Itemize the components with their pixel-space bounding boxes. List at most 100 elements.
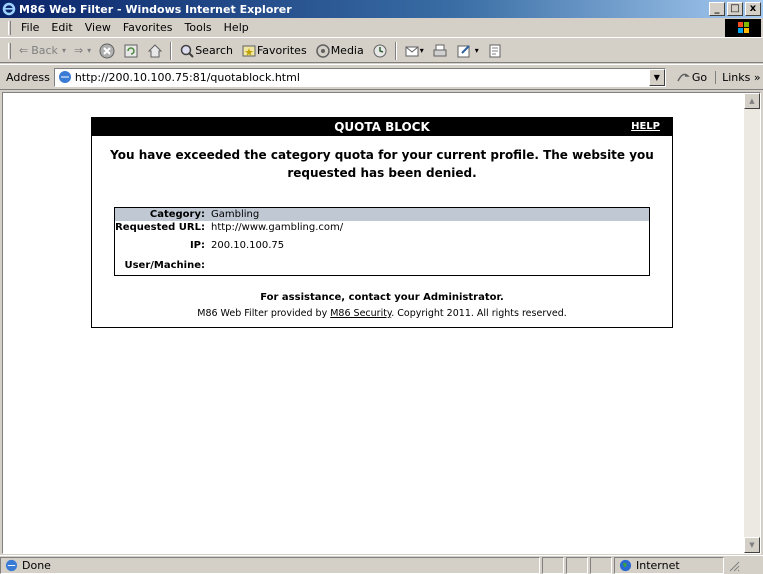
- details-label: Requested URL:: [115, 222, 205, 233]
- forward-dropdown-icon: ▾: [87, 46, 92, 55]
- address-field[interactable]: ▼: [53, 67, 666, 87]
- status-bar: Done Internet: [0, 555, 763, 574]
- mail-dropdown-icon: ▾: [419, 46, 424, 55]
- stop-button[interactable]: [95, 43, 119, 59]
- favorites-icon: [242, 45, 256, 56]
- stop-icon: [99, 43, 115, 58]
- m86-security-link[interactable]: M86 Security: [330, 308, 391, 319]
- help-link[interactable]: HELP: [631, 118, 660, 136]
- discuss-button[interactable]: [483, 43, 507, 59]
- details-value: Gambling: [211, 209, 260, 220]
- status-pane: [590, 556, 612, 574]
- details-row-ip: IP: 200.10.100.75: [115, 234, 649, 256]
- page-done-icon: [5, 559, 18, 571]
- block-title: QUOTA BLOCK: [334, 120, 430, 134]
- address-label: Address: [6, 70, 50, 84]
- media-icon: [315, 43, 330, 58]
- footer-suffix: . Copyright 2011. All rights reserved.: [391, 308, 567, 319]
- details-row-url: Requested URL: http://www.gambling.com/: [115, 221, 649, 234]
- details-value: 200.10.100.75: [211, 239, 285, 251]
- page-icon: [58, 71, 71, 83]
- search-icon: [180, 44, 194, 58]
- minimize-button[interactable]: _: [709, 2, 725, 16]
- back-dropdown-icon[interactable]: ▾: [62, 46, 66, 55]
- mail-button[interactable]: ▾: [400, 43, 428, 59]
- footer-text: M86 Web Filter provided by M86 Security.…: [92, 308, 672, 319]
- vertical-scrollbar[interactable]: ▲ ▼: [744, 93, 760, 553]
- window-title-bar[interactable]: M86 Web Filter - Windows Internet Explor…: [0, 0, 763, 18]
- home-icon: [147, 43, 163, 57]
- scroll-down-icon[interactable]: ▼: [744, 537, 760, 553]
- forward-button[interactable]: ⇒ ▾: [70, 44, 95, 57]
- internet-explorer-icon: [2, 2, 16, 16]
- home-button[interactable]: [143, 43, 167, 59]
- edit-icon: [457, 44, 470, 57]
- search-label: Search: [195, 44, 233, 57]
- discuss-icon: [489, 44, 501, 57]
- favorites-button[interactable]: Favorites: [237, 43, 311, 59]
- history-icon: [373, 44, 387, 57]
- refresh-button[interactable]: [119, 43, 143, 59]
- refresh-icon: [124, 44, 138, 57]
- menu-favorites[interactable]: Favorites: [117, 21, 179, 34]
- menu-grip[interactable]: [8, 20, 11, 35]
- status-text: Done: [22, 558, 51, 572]
- scroll-up-icon[interactable]: ▲: [744, 93, 760, 109]
- details-row-user: User/Machine:: [115, 256, 649, 275]
- status-main-pane: Done: [0, 556, 540, 574]
- back-label: Back: [31, 44, 58, 57]
- page-viewport: QUOTA BLOCK HELP You have exceeded the c…: [2, 92, 761, 554]
- details-label: User/Machine:: [124, 260, 205, 271]
- address-bar: Address ▼ Go Links »: [0, 64, 763, 90]
- address-dropdown-icon[interactable]: ▼: [648, 68, 665, 86]
- footer-prefix: M86 Web Filter provided by: [197, 308, 331, 319]
- go-button[interactable]: Go: [676, 70, 707, 84]
- edit-button[interactable]: ▾: [452, 43, 483, 59]
- close-button[interactable]: x: [745, 2, 761, 16]
- quota-block-panel: QUOTA BLOCK HELP You have exceeded the c…: [91, 117, 673, 328]
- status-pane: [566, 556, 588, 574]
- mail-icon: [405, 46, 419, 56]
- details-value: http://www.gambling.com/: [211, 222, 344, 233]
- menu-edit[interactable]: Edit: [45, 21, 78, 34]
- maximize-button[interactable]: □: [727, 2, 743, 16]
- globe-icon: [619, 559, 632, 571]
- toolbar-grip[interactable]: [8, 42, 11, 59]
- toolbar-separator: [170, 41, 173, 60]
- history-button[interactable]: [368, 43, 392, 59]
- block-header: QUOTA BLOCK HELP: [92, 118, 672, 136]
- window-title: M86 Web Filter - Windows Internet Explor…: [19, 2, 292, 16]
- favorites-label: Favorites: [256, 44, 307, 57]
- assistance-text: For assistance, contact your Administrat…: [260, 292, 504, 303]
- edit-dropdown-icon: ▾: [474, 46, 479, 55]
- menu-help[interactable]: Help: [218, 21, 255, 34]
- print-icon: [433, 44, 447, 56]
- zone-label: Internet: [636, 558, 680, 572]
- url-input[interactable]: [74, 70, 635, 84]
- resize-grip-icon[interactable]: [726, 558, 740, 572]
- go-arrow-icon: [677, 73, 690, 82]
- details-label: IP:: [189, 239, 205, 251]
- media-button[interactable]: Media: [311, 43, 368, 59]
- menu-tools[interactable]: Tools: [179, 21, 218, 34]
- menu-bar: File Edit View Favorites Tools Help: [0, 18, 763, 38]
- go-label: Go: [691, 70, 708, 84]
- forward-arrow-icon: ⇒: [73, 44, 84, 57]
- menu-view[interactable]: View: [79, 21, 117, 34]
- status-pane: [542, 556, 564, 574]
- details-row-category: Category: Gambling: [115, 208, 649, 221]
- back-arrow-icon: ⇐: [19, 44, 29, 57]
- security-zone[interactable]: Internet: [614, 556, 724, 574]
- details-label: Category:: [149, 209, 205, 220]
- search-button[interactable]: Search: [175, 43, 237, 59]
- windows-logo-icon: [725, 19, 761, 37]
- details-table: Category: Gambling Requested URL: http:/…: [114, 207, 650, 276]
- standard-toolbar: ⇐ Back ▾ ⇒ ▾ Search Favorites Media ▾ ▾: [0, 39, 763, 63]
- back-button[interactable]: ⇐ Back ▾: [15, 44, 70, 57]
- menu-file[interactable]: File: [15, 21, 45, 34]
- links-button[interactable]: Links »: [715, 70, 761, 84]
- block-message: You have exceeded the category quota for…: [110, 148, 654, 180]
- print-button[interactable]: [428, 43, 452, 59]
- toolbar-separator: [394, 41, 397, 60]
- media-label: Media: [330, 44, 364, 57]
